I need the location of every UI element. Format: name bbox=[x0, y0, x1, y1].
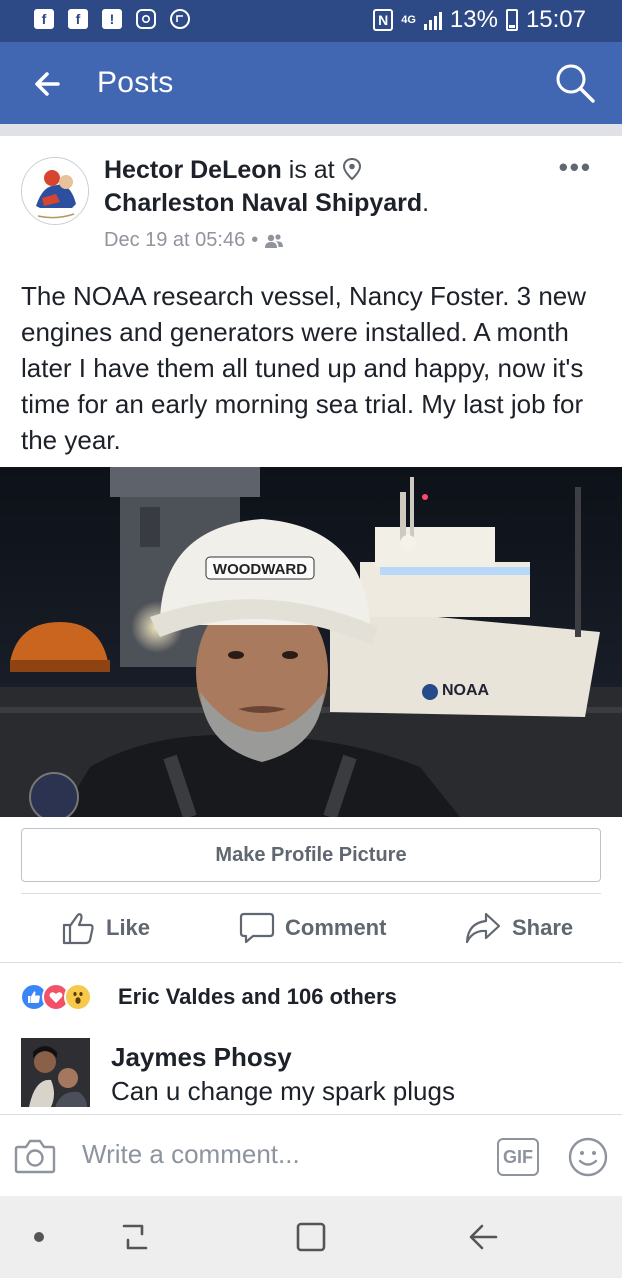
app-bar: Posts bbox=[0, 42, 622, 124]
post-text: The NOAA research vessel, Nancy Foster. … bbox=[21, 281, 587, 455]
camera-icon[interactable] bbox=[14, 1137, 56, 1175]
share-label: Share bbox=[512, 915, 574, 940]
meta-separator: • bbox=[251, 229, 259, 251]
commenter-avatar[interactable] bbox=[21, 1038, 90, 1107]
actions-divider bbox=[21, 893, 601, 894]
back-arrow-icon[interactable] bbox=[28, 64, 68, 104]
place-name[interactable]: Charleston Naval Shipyard bbox=[104, 189, 422, 217]
reaction-icons[interactable] bbox=[20, 982, 92, 1012]
facebook-notification-icon: f bbox=[68, 9, 88, 29]
author-name[interactable]: Hector DeLeon bbox=[104, 156, 282, 184]
home-icon[interactable] bbox=[294, 1218, 328, 1256]
comment-composer: GIF bbox=[0, 1114, 622, 1196]
place-line: Charleston Naval Shipyard. bbox=[104, 189, 429, 218]
nfc-icon: N bbox=[373, 9, 394, 31]
like-button[interactable]: Like bbox=[60, 906, 150, 950]
post-meta: Dec 19 at 05:46 • bbox=[104, 229, 284, 252]
thumbs-up-icon bbox=[62, 913, 94, 945]
notification-icons: f f ! bbox=[34, 9, 190, 29]
recent-apps-icon[interactable] bbox=[118, 1218, 152, 1256]
reactions-summary[interactable]: Eric Valdes and 106 others bbox=[118, 984, 397, 1010]
wow-reaction-icon bbox=[64, 983, 92, 1011]
location-pin-icon bbox=[342, 157, 361, 181]
author-line: Hector DeLeon is at bbox=[104, 156, 362, 185]
signal-icon bbox=[423, 10, 442, 30]
commenter-name[interactable]: Jaymes Phosy bbox=[111, 1042, 292, 1073]
app-bar-separator bbox=[0, 124, 622, 136]
author-avatar[interactable] bbox=[21, 157, 89, 225]
clock: 15:07 bbox=[525, 6, 586, 33]
emoji-icon[interactable] bbox=[567, 1136, 609, 1178]
system-status: N 4G 13% 15:07 bbox=[373, 6, 586, 34]
network-type: 4G bbox=[401, 13, 416, 26]
share-button[interactable]: Share bbox=[464, 906, 573, 950]
alert-notification-icon: ! bbox=[102, 9, 122, 29]
more-options-icon[interactable]: ••• bbox=[559, 154, 592, 180]
friends-privacy-icon bbox=[265, 233, 284, 248]
post-photo[interactable]: NOAA WOODWARD bbox=[0, 467, 622, 817]
system-nav-bar bbox=[0, 1196, 622, 1278]
share-arrow-icon bbox=[465, 912, 501, 944]
gif-button[interactable]: GIF bbox=[497, 1138, 539, 1176]
instagram-notification-icon bbox=[136, 9, 156, 29]
like-label: Like bbox=[106, 915, 151, 940]
status-bar: f f ! N 4G 13% 15:07 bbox=[0, 0, 622, 42]
ship-hull-text: NOAA bbox=[442, 682, 490, 699]
facebook-notification-icon: f bbox=[34, 9, 54, 29]
search-icon[interactable] bbox=[552, 60, 598, 106]
battery-icon bbox=[505, 9, 518, 31]
is-at-text: is at bbox=[288, 156, 335, 184]
comment-text: Can u change my spark plugs bbox=[111, 1076, 455, 1106]
hat-text: WOODWARD bbox=[213, 561, 307, 578]
post-timestamp[interactable]: Dec 19 at 05:46 bbox=[104, 229, 245, 252]
system-back-icon[interactable] bbox=[466, 1218, 500, 1256]
comment-button[interactable]: Comment bbox=[239, 906, 386, 950]
make-profile-picture-button[interactable]: Make Profile Picture bbox=[21, 828, 601, 882]
reactions-divider bbox=[0, 962, 622, 963]
page-title: Posts bbox=[97, 66, 174, 99]
comment-bubble-icon bbox=[239, 912, 275, 944]
comment-label: Comment bbox=[285, 915, 387, 940]
battery-percent: 13% bbox=[449, 6, 498, 33]
nav-dot-icon[interactable] bbox=[34, 1232, 44, 1242]
place-suffix: . bbox=[422, 189, 430, 217]
screenshot-notification-icon bbox=[170, 9, 190, 29]
comment-input[interactable] bbox=[82, 1139, 462, 1170]
